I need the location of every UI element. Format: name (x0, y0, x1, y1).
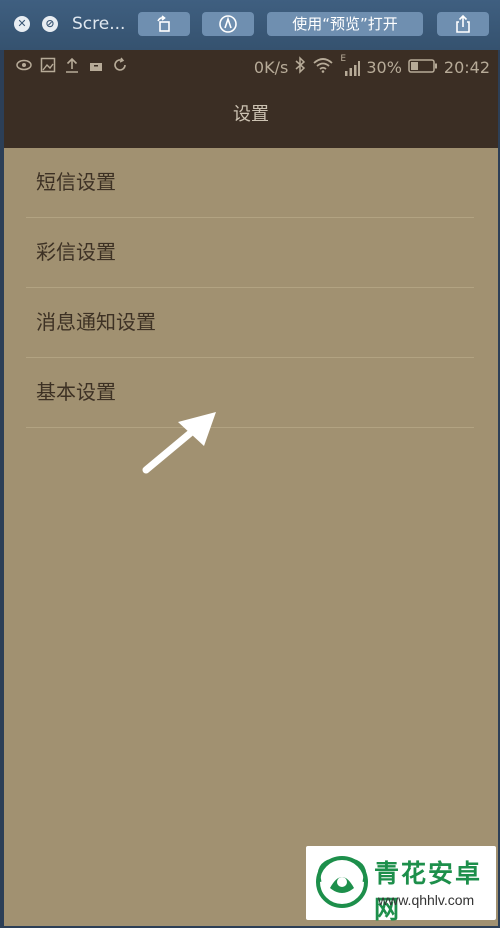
preview-toolbar: ✕ ⊘ Scre... 使用“预览”打开 (0, 0, 500, 50)
page-title: 设置 (4, 82, 498, 148)
settings-item-mms[interactable]: 彩信设置 (26, 218, 474, 288)
cell-signal-icon: E (340, 54, 361, 76)
markup-pen-icon (219, 15, 237, 33)
box-icon (88, 57, 104, 73)
eye-icon (16, 57, 32, 73)
settings-item-notifications[interactable]: 消息通知设置 (26, 288, 474, 358)
window-title: Scre... (72, 14, 126, 34)
rotate-icon (157, 15, 170, 32)
phone-screen: 0K/s E 30% 20:42 设置 短信设置 彩信设置 消息通知设置 基本设… (4, 50, 498, 926)
network-speed: 0K/s (253, 57, 289, 77)
site-watermark: 青花安卓网 www.qhhlv.com (306, 846, 496, 924)
share-button[interactable] (437, 12, 489, 36)
watermark-name: 青花安卓网 (374, 859, 483, 924)
battery-icon (408, 58, 438, 77)
settings-item-sms[interactable]: 短信设置 (26, 148, 474, 218)
rotate-button[interactable] (138, 12, 190, 36)
status-bar: 0K/s E 30% 20:42 (4, 50, 498, 82)
settings-list: 短信设置 彩信设置 消息通知设置 基本设置 (4, 148, 498, 428)
upload-icon (64, 57, 80, 73)
pointer-arrow-icon (142, 412, 216, 474)
wifi-icon (312, 57, 334, 77)
share-icon (456, 14, 470, 33)
battery-level: 30% (366, 57, 402, 77)
sync-icon (112, 57, 128, 73)
close-icon[interactable]: ✕ (14, 16, 30, 32)
settings-item-general[interactable]: 基本设置 (26, 358, 474, 428)
watermark-url: www.qhhlv.com (378, 892, 475, 908)
fullscreen-icon[interactable]: ⊘ (42, 16, 58, 32)
open-in-preview-button[interactable]: 使用“预览”打开 (267, 12, 423, 36)
markup-button[interactable] (202, 12, 254, 36)
bluetooth-icon (294, 56, 306, 78)
watermark-logo-icon (316, 856, 368, 908)
clock: 20:42 (443, 57, 490, 77)
image-icon (40, 57, 56, 73)
